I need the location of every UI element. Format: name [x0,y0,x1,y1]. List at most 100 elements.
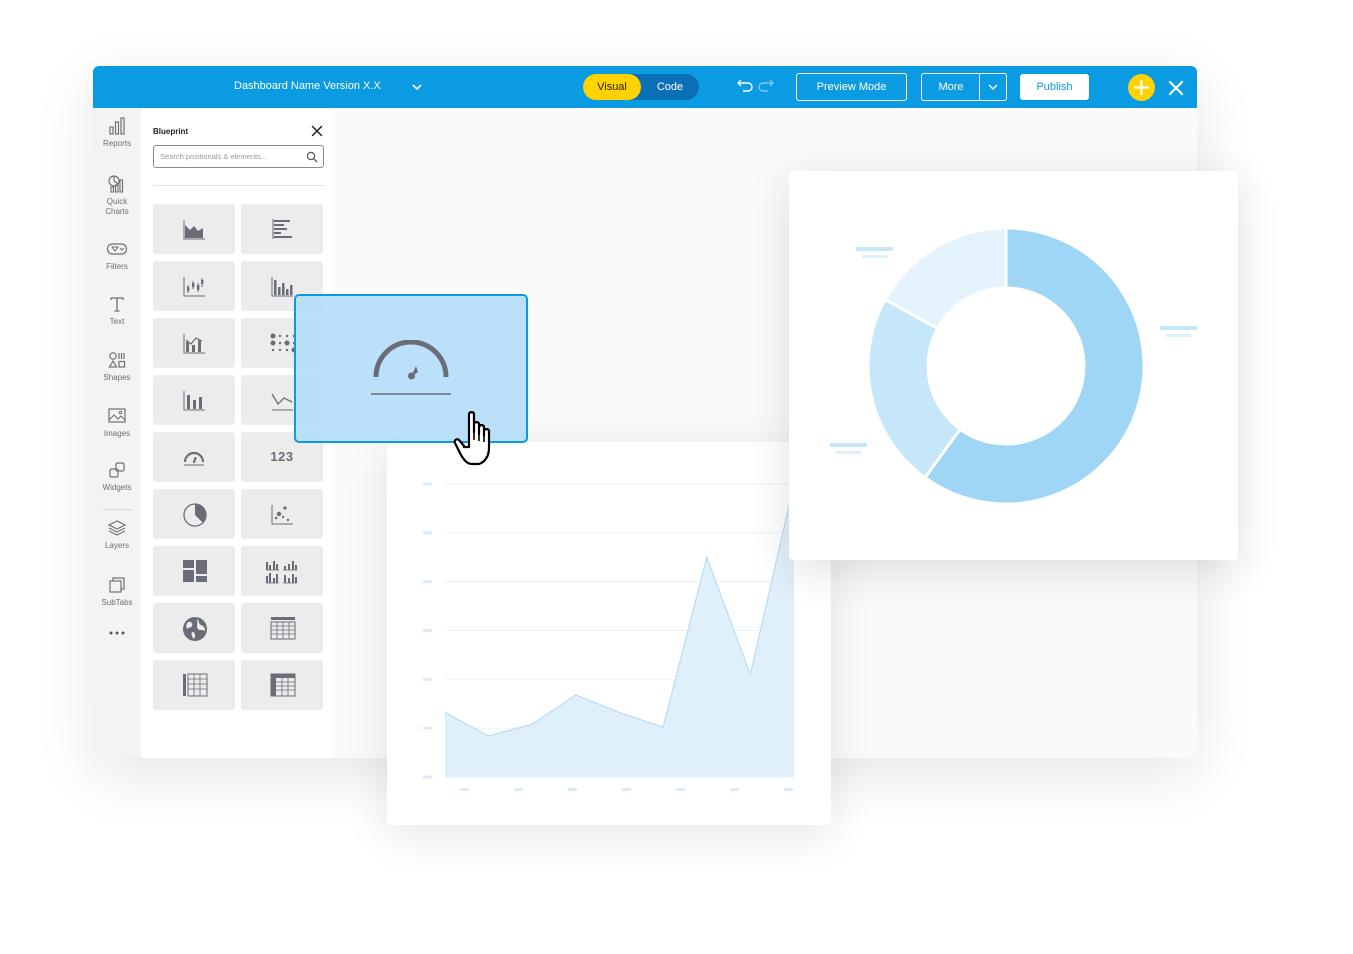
layers-icon [107,520,127,536]
add-button[interactable] [1128,74,1155,101]
tile-gauge[interactable] [153,432,235,482]
tile-scatter-chart[interactable] [241,489,323,539]
close-icon[interactable] [1167,79,1185,97]
rail-label-shapes: Shapes [103,373,131,382]
rail-label-images: Images [103,429,131,438]
rail-item-text[interactable]: Text [93,294,141,327]
area-point [749,673,751,676]
x-tick-mark [460,788,469,791]
scatter-chart-icon [271,505,293,525]
rail-divider [102,509,132,510]
horizontal-bar-chart-icon [272,219,292,239]
callout-label-line [830,443,867,447]
y-tick-mark [423,531,432,535]
x-tick-mark [730,788,739,791]
search-icon[interactable] [306,151,318,163]
rail-item-widgets[interactable]: Widgets [93,460,141,493]
rail-item-more[interactable] [93,628,141,638]
rail-label-widgets: Widgets [102,483,132,492]
tile-combo-chart[interactable] [153,318,235,368]
filter-icon [106,243,128,255]
callout-label-line [1166,334,1191,337]
area-point [488,735,490,737]
area-chart-icon [183,220,205,240]
tile-small-multiples[interactable] [241,546,323,596]
left-rail: Reports Quick Charts Filters Text Shapes… [93,108,141,758]
rail-item-shapes[interactable]: Shapes [93,350,141,383]
dot-matrix-icon [270,333,296,353]
area-chart-card[interactable] [387,442,831,825]
mode-toggle: Visual Code [583,74,699,100]
y-tick-mark [423,580,432,584]
y-tick-mark [423,726,432,730]
y-tick-mark [423,775,432,779]
undo-icon[interactable] [736,78,754,92]
donut-chart-card[interactable] [789,171,1238,560]
rail-label-layers: Layers [104,541,129,550]
chevron-down-icon[interactable] [411,81,423,93]
tile-area-chart[interactable] [153,204,235,254]
shapes-icon [108,352,126,368]
x-tick-mark [784,788,793,791]
widgets-icon [109,462,125,478]
data-grid-icon [270,673,296,697]
area-point [531,723,533,725]
visual-mode-button[interactable]: Visual [583,74,641,100]
table-icon [270,617,296,640]
bar-chart-icon [271,277,293,297]
column-chart-icon [183,391,205,411]
globe-icon [183,617,207,641]
combo-chart-icon [183,334,205,354]
rail-item-layers[interactable]: Layers [93,518,141,551]
kpi-number-icon: 123 [270,449,294,464]
text-icon [110,297,124,312]
rail-label-quick-charts: Quick Charts [105,197,129,216]
callout-label-line [862,255,887,258]
rail-item-reports[interactable]: Reports [93,116,141,149]
code-mode-button[interactable]: Code [641,74,699,100]
panel-divider [153,185,324,186]
rail-label-filters: Filters [106,262,128,271]
candlestick-chart-icon [183,277,205,297]
tile-pivot-table[interactable] [153,660,235,710]
small-multiples-icon [266,561,297,584]
line-chart-icon [271,393,293,411]
more-dropdown-button[interactable] [979,73,1007,101]
pivot-table-icon [183,673,208,697]
search-input[interactable] [160,149,300,164]
dashboard-title[interactable]: Dashboard Name Version X.X [234,80,381,92]
redo-icon[interactable] [757,78,775,92]
area-point [444,711,446,714]
tile-data-grid[interactable] [241,660,323,710]
more-button[interactable]: More [921,73,980,101]
area-point [662,726,664,728]
tile-column-chart[interactable] [153,375,235,425]
search-box [153,145,324,168]
area-point [706,556,708,558]
tile-treemap[interactable] [153,546,235,596]
close-icon[interactable] [311,125,323,137]
preview-mode-button[interactable]: Preview Mode [796,73,907,101]
more-dots-icon [109,631,125,635]
tile-globe[interactable] [153,603,235,653]
tile-pie-chart[interactable] [153,489,235,539]
quick-charts-icon [108,175,124,193]
rail-label-reports: Reports [102,139,131,148]
publish-button[interactable]: Publish [1020,74,1089,100]
rail-item-quick-charts[interactable]: Quick Charts [93,174,141,217]
top-toolbar: Dashboard Name Version X.X Visual Code P… [93,66,1197,108]
hand-cursor-icon [453,411,491,466]
rail-item-subtabs[interactable]: SubTabs [93,575,141,608]
plus-icon [1133,79,1150,96]
tile-candlestick-chart[interactable] [153,261,235,311]
chevron-down-icon [988,84,998,90]
bar-chart-icon [109,117,125,135]
tile-horizontal-bar-chart[interactable] [241,204,323,254]
callout-label-line [856,247,893,251]
panel-title: Blueprint [153,127,189,136]
tile-table[interactable] [241,603,323,653]
rail-item-images[interactable]: Images [93,406,141,439]
callout-label-line [836,451,861,454]
y-tick-mark [423,677,432,681]
rail-item-filters[interactable]: Filters [93,239,141,272]
